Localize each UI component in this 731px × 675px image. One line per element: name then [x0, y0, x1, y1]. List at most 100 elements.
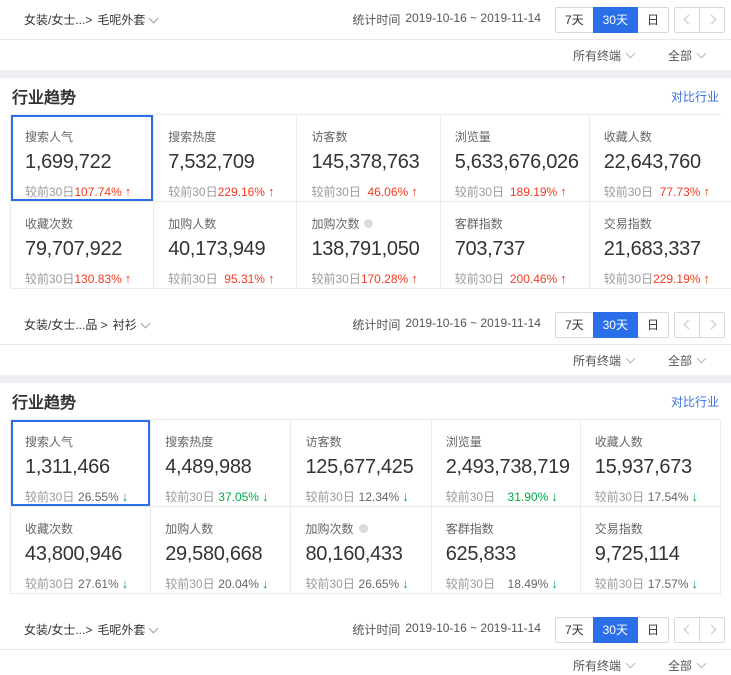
metric-card[interactable]: 加购人数 29,580,668 较前30日 20.04% ↓	[151, 507, 291, 594]
metric-label: 交易指数	[595, 520, 643, 537]
change-percent-value: 200.46%	[510, 272, 557, 286]
metric-label: 交易指数	[604, 215, 652, 232]
metric-card[interactable]: 浏览量 2,493,738,719 较前30日 31.90% ↓	[432, 420, 581, 507]
breadcrumb-prefix: 女装/女士...>	[24, 621, 92, 638]
trend-arrow-icon: ↑	[560, 185, 567, 198]
trend-arrow-icon: ↑	[125, 272, 132, 285]
chevron-right-icon	[706, 320, 716, 330]
metric-change-row: 较前30日 95.31% ↑	[168, 270, 286, 287]
prev-period-button[interactable]	[674, 312, 700, 338]
filter-row: 所有终端 全部	[0, 650, 731, 675]
metric-card[interactable]: 收藏次数 79,707,922 较前30日 130.83% ↑	[11, 202, 154, 289]
terminal-dropdown[interactable]: 所有终端	[573, 657, 634, 674]
change-percent: 77.73% ↑	[660, 185, 710, 199]
scope-dropdown[interactable]: 全部	[668, 352, 705, 369]
panel-title: 行业趋势	[12, 84, 76, 108]
change-percent: 26.65% ↓	[359, 577, 409, 591]
metric-card[interactable]: 交易指数 21,683,337 较前30日 229.19% ↑	[590, 202, 731, 289]
change-percent-value: 229.19%	[653, 272, 700, 286]
info-icon[interactable]	[364, 219, 373, 228]
range-tab-button[interactable]: 30天	[593, 7, 638, 33]
compare-period-label: 较前30日	[455, 270, 504, 287]
next-period-button[interactable]	[699, 7, 725, 33]
section: 女装/女士...> 毛呢外套 统计时间 2019-10-16 ~ 2019-11…	[0, 0, 731, 305]
trend-arrow-icon: ↓	[262, 577, 269, 590]
range-tab-button[interactable]: 日	[637, 312, 669, 338]
metric-card[interactable]: 加购次数 80,160,433 较前30日 26.65% ↓	[291, 507, 431, 594]
next-period-button[interactable]	[699, 617, 725, 643]
change-percent-value: 17.57%	[648, 577, 689, 591]
range-tab-button[interactable]: 7天	[555, 617, 594, 643]
trend-arrow-icon: ↑	[411, 185, 418, 198]
metric-card[interactable]: 访客数 145,378,763 较前30日 46.06% ↑	[297, 115, 440, 202]
metric-card[interactable]: 搜索人气 1,311,466 较前30日 26.55% ↓	[11, 420, 151, 507]
metric-card[interactable]: 加购次数 138,791,050 较前30日 170.28% ↑	[297, 202, 440, 289]
metric-card[interactable]: 访客数 125,677,425 较前30日 12.34% ↓	[291, 420, 431, 507]
info-icon[interactable]	[359, 524, 368, 533]
chevron-down-icon	[697, 354, 707, 364]
metric-card[interactable]: 浏览量 5,633,676,026 较前30日 189.19% ↑	[441, 115, 590, 202]
range-tab-button[interactable]: 日	[637, 7, 669, 33]
compare-period-label: 较前30日	[604, 270, 653, 287]
change-percent: 27.61% ↓	[78, 577, 128, 591]
breadcrumb-category-selector[interactable]: 女装/女士...品 > 衬衫	[24, 316, 149, 333]
prev-period-button[interactable]	[674, 617, 700, 643]
range-tab-button[interactable]: 7天	[555, 312, 594, 338]
metric-value: 22,643,760	[604, 151, 722, 174]
metric-change-row: 较前30日 37.05% ↓	[165, 488, 280, 505]
breadcrumb-prefix: 女装/女士...品 >	[24, 316, 108, 333]
metric-card[interactable]: 搜索人气 1,699,722 较前30日 107.74% ↑	[11, 115, 154, 202]
breadcrumb-category-selector[interactable]: 女装/女士...> 毛呢外套	[24, 11, 157, 28]
compare-industry-link[interactable]: 对比行业	[671, 393, 719, 410]
toolbar-right: 统计时间 2019-10-16 ~ 2019-11-14 7天30天日	[352, 617, 725, 643]
range-tab-button[interactable]: 30天	[593, 312, 638, 338]
range-tab-button[interactable]: 30天	[593, 617, 638, 643]
metric-label: 加购次数	[311, 215, 359, 232]
metric-card[interactable]: 搜索热度 7,532,709 较前30日 229.16% ↑	[154, 115, 297, 202]
toolbar: 女装/女士...> 毛呢外套 统计时间 2019-10-16 ~ 2019-11…	[0, 610, 731, 650]
metric-card[interactable]: 客群指数 703,737 较前30日 200.46% ↑	[441, 202, 590, 289]
range-tab-button[interactable]: 7天	[555, 7, 594, 33]
metric-card[interactable]: 收藏次数 43,800,946 较前30日 27.61% ↓	[11, 507, 151, 594]
scope-dropdown[interactable]: 全部	[668, 47, 705, 64]
breadcrumb-category-selector[interactable]: 女装/女士...> 毛呢外套	[24, 621, 157, 638]
trend-arrow-icon: ↓	[122, 577, 129, 590]
metric-value: 15,937,673	[595, 456, 710, 479]
terminal-dropdown[interactable]: 所有终端	[573, 352, 634, 369]
metric-label: 搜索热度	[168, 128, 216, 145]
range-tab-button[interactable]: 日	[637, 617, 669, 643]
next-period-button[interactable]	[699, 312, 725, 338]
metric-change-row: 较前30日 12.34% ↓	[305, 488, 420, 505]
change-percent-value: 26.55%	[78, 490, 119, 504]
metric-card[interactable]: 客群指数 625,833 较前30日 18.49% ↓	[432, 507, 581, 594]
metric-label: 加购次数	[305, 520, 353, 537]
metric-card[interactable]: 加购人数 40,173,949 较前30日 95.31% ↑	[154, 202, 297, 289]
breadcrumb-current: 衬衫	[113, 316, 137, 333]
change-percent: 18.49% ↓	[508, 577, 558, 591]
trend-panel: 行业趋势 对比行业 搜索人气 1,311,466 较前30日 26.55% ↓ …	[0, 383, 731, 610]
metric-value: 5,633,676,026	[455, 151, 579, 174]
metric-label-row: 收藏次数	[25, 215, 143, 232]
metric-label-row: 浏览量	[446, 433, 570, 450]
compare-period-label: 较前30日	[305, 575, 354, 592]
chevron-down-icon	[149, 623, 159, 633]
metric-card[interactable]: 收藏人数 22,643,760 较前30日 77.73% ↑	[590, 115, 731, 202]
trend-arrow-icon: ↑	[703, 185, 710, 198]
metric-card[interactable]: 交易指数 9,725,114 较前30日 17.57% ↓	[581, 507, 721, 594]
metric-card[interactable]: 搜索热度 4,489,988 较前30日 37.05% ↓	[151, 420, 291, 507]
metric-label: 收藏次数	[25, 520, 73, 537]
metric-card[interactable]: 收藏人数 15,937,673 较前30日 17.54% ↓	[581, 420, 721, 507]
compare-industry-link[interactable]: 对比行业	[671, 88, 719, 105]
prev-period-button[interactable]	[674, 7, 700, 33]
change-percent: 170.28% ↑	[361, 272, 418, 286]
compare-period-label: 较前30日	[446, 488, 495, 505]
scope-dropdown[interactable]: 全部	[668, 657, 705, 674]
change-percent-value: 37.05%	[218, 490, 259, 504]
date-pager	[674, 312, 725, 338]
metric-value: 2,493,738,719	[446, 456, 570, 479]
compare-period-label: 较前30日	[25, 575, 74, 592]
terminal-dropdown[interactable]: 所有终端	[573, 47, 634, 64]
change-percent: 12.34% ↓	[359, 490, 409, 504]
chevron-down-icon	[697, 659, 707, 669]
metric-change-row: 较前30日 200.46% ↑	[455, 270, 579, 287]
